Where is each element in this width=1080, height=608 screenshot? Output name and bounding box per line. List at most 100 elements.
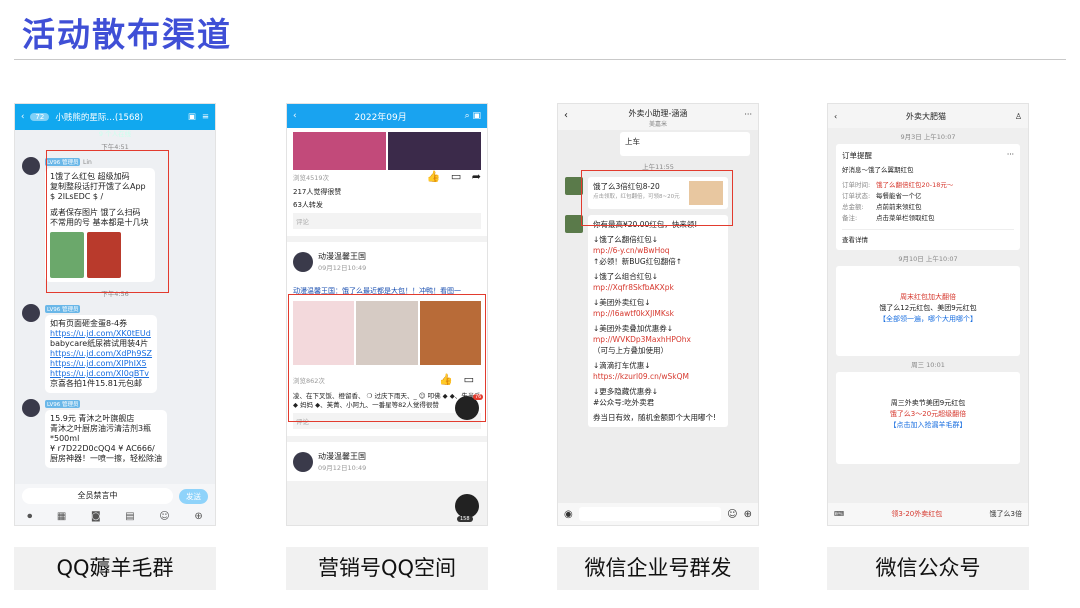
msg-line: 厨房神器！一喷一擦，轻松除油 <box>50 454 162 463</box>
promo-link[interactable]: mp://6-y.cn/wBwHoq <box>593 245 723 256</box>
chat-message: 你有最高¥20.00红包，快来领! ↓饿了么翻倍红包↓ mp://6-y.cn/… <box>558 212 758 430</box>
author-name: 动漫温馨王国 <box>318 252 366 261</box>
highlight-box <box>581 170 733 226</box>
promo-message[interactable]: 周三外卖节美团9元红包 饿了么3～20元超级翻倍 【点击加入抢漏羊毛群】 <box>836 372 1020 464</box>
mic-icon[interactable]: ⏺ <box>27 511 32 522</box>
message-bubble[interactable]: 你有最高¥20.00红包，快来领! ↓饿了么翻倍红包↓ mp://6-y.cn/… <box>588 215 728 427</box>
timestamp: 周三 10:01 <box>911 361 945 369</box>
level-badge: LV96 管理员 <box>45 305 81 313</box>
msg-line: ¥ r7D22D0cQQ4 ¥ AC666/ <box>50 444 155 453</box>
order-notice-card[interactable]: 订单提醒 ··· 好消息～饿了么翼期红包 订单时间: 饿了么翻倍红包20-18元～ … <box>836 144 1020 250</box>
plus-icon[interactable]: ⊕ <box>744 509 752 520</box>
jd-link[interactable]: https://u.jd.com/XI0qBTv <box>50 369 152 379</box>
camera-icon[interactable]: ◙ <box>91 511 101 522</box>
more-icon[interactable]: ··· <box>1007 150 1014 161</box>
wechat-enterprise-screenshot: ‹ 外卖小助理-涵涵 美嘉米 ··· 上车 上午11:55 饿了么3倍红包8-2… <box>557 103 759 526</box>
calendar-icon[interactable]: ▣ <box>188 112 196 122</box>
jd-link[interactable]: https://u.jd.com/XK0tEUd <box>50 329 152 339</box>
promo-link[interactable]: 【点击加入抢漏羊毛群】 <box>842 420 1014 431</box>
msg-line: ↓饿了么翻倍红包↓ <box>593 235 659 244</box>
chat-message: LV96 管理员 15.9元 青沐之叶旗舰店 青沐之叶厨房油污清洁剂3瓶 *50… <box>15 396 215 471</box>
message-input[interactable] <box>578 507 722 521</box>
msg-line: ↓饿了么组合红包↓ <box>593 272 659 281</box>
highlight-box <box>46 150 169 293</box>
promo-link[interactable]: mp://WVKDp3MaxhHPOhx <box>593 334 723 345</box>
avatar[interactable] <box>22 399 40 417</box>
caption-qq-group: QQ薅羊毛群 <box>14 547 216 590</box>
chat-toolbar: ⏺ ▦ ◙ ▤ ☺ ⊕ <box>15 508 215 525</box>
title-divider <box>14 59 1066 60</box>
notice-subtitle: 好消息～饿了么翼期红包 <box>842 166 914 174</box>
promo-link[interactable]: 【全部领一遍，哪个大用哪个】 <box>842 314 1014 325</box>
mute-notice: 全员禁言中 <box>22 488 173 504</box>
profile-icon[interactable]: ♙ <box>1015 112 1022 121</box>
avatar[interactable] <box>22 157 40 175</box>
share-icon[interactable]: ➦ <box>472 170 481 183</box>
voice-icon[interactable]: ◉ <box>564 509 573 520</box>
notification-badge: 76 <box>473 394 484 400</box>
msg-line: 饿了么3～20元超级翻倍 <box>889 410 967 418</box>
avatar[interactable] <box>22 304 40 322</box>
send-button[interactable]: 发送 <box>179 488 208 504</box>
timestamp: 9月3日 上午10:07 <box>900 133 956 141</box>
back-icon[interactable]: ‹ <box>834 112 837 121</box>
promo-message[interactable]: 周末红包加大翻倍 饿了么12元红包、美团9元红包 【全部领一遍，哪个大用哪个】 <box>836 266 1020 356</box>
post-date: 09月12日10:49 <box>318 264 367 272</box>
msg-line: ↓美团外卖红包↓ <box>593 298 651 307</box>
comment-input[interactable]: 评论 <box>293 213 481 229</box>
msg-line: ↑必领！新BUG红包翻倍↑ <box>593 257 683 266</box>
message-bubble[interactable]: 如有页面砸金蛋8-4券 https://u.jd.com/XK0tEUd bab… <box>45 315 158 393</box>
account-name: 外卖大肥猫 <box>906 111 947 121</box>
msg-line: *500ml <box>50 434 80 443</box>
calendar-icon[interactable]: ▣ <box>472 111 481 121</box>
menu-item[interactable]: 饿了么3倍 <box>990 509 1022 519</box>
plus-icon[interactable]: ⊕ <box>194 511 202 522</box>
msg-line: 饿了么12元红包、美团9元红包 <box>879 304 977 312</box>
notice-row: 订单状态: 每餐能省一个亿 <box>842 192 922 200</box>
back-icon[interactable]: ‹ <box>564 110 568 121</box>
keyboard-icon[interactable]: ⌨ <box>834 510 844 518</box>
menu-icon[interactable]: ≡ <box>202 112 209 122</box>
post-card: 动漫温馨王国 09月12日10:49 <box>287 442 487 481</box>
view-details-link[interactable]: 查看详情 <box>842 229 1014 244</box>
search-icon[interactable]: ⌕ <box>465 111 470 121</box>
post-author[interactable]: 动漫温馨王国 09月12日10:49 <box>293 451 481 472</box>
month-title: 2022年09月 <box>354 112 407 123</box>
input-bar: ◉ ☺ ⊕ <box>558 503 758 525</box>
jd-link[interactable]: https://u.jd.com/XIPhIX5 <box>50 359 152 369</box>
chat-subtitle: 美嘉米 <box>648 121 667 128</box>
promo-link[interactable]: https://kzurl09.cn/wSkQM <box>593 371 723 382</box>
emoji-icon[interactable]: ☺ <box>727 509 737 520</box>
message-bubble[interactable]: 15.9元 青沐之叶旗舰店 青沐之叶厨房油污清洁剂3瓶 *500ml ¥ r7D… <box>45 410 167 468</box>
msg-line: ↓滴滴打车优惠↓ <box>593 361 651 370</box>
floating-button[interactable] <box>455 494 479 518</box>
more-icon[interactable]: ··· <box>744 110 752 119</box>
msg-line: babycare纸尿裤试用装4片 <box>50 339 149 348</box>
post-author[interactable]: 动漫温馨王国 09月12日10:49 <box>293 251 481 272</box>
back-icon[interactable]: ‹ <box>293 111 297 121</box>
wechat-official-account-screenshot: ‹ 外卖大肥猫 ♙ 9月3日 上午10:07 订单提醒 ··· 好消息～饿了么翼期… <box>827 103 1029 526</box>
image-icon[interactable]: ▦ <box>57 511 66 522</box>
menu-item[interactable]: 领3-20外卖红包 <box>891 509 942 519</box>
online-count: 9 个人在线 <box>98 130 132 138</box>
promo-link[interactable]: mp://l6awtf0kXJlMKsk <box>593 308 723 319</box>
gift-icon[interactable]: ▤ <box>125 511 134 522</box>
notification-badge: 158 <box>457 516 473 522</box>
view-count: 浏览4519次 <box>293 173 330 182</box>
msg-line: 上车 <box>625 137 640 146</box>
menu-bar: ⌨ 领3-20外卖红包 饿了么3倍 <box>828 503 1028 525</box>
promo-link[interactable]: mp://Xqfr8SkfbAKXpk <box>593 282 723 293</box>
message-bubble[interactable]: 上车 <box>620 132 750 156</box>
post-images[interactable] <box>293 132 481 170</box>
back-icon[interactable]: ‹ <box>21 112 24 122</box>
post-date: 09月12日10:49 <box>318 464 367 472</box>
like-icon[interactable]: 👍 <box>427 170 441 183</box>
emoji-icon[interactable]: ☺ <box>159 511 169 522</box>
msg-line: 京喜各拍1件15.81元包邮 <box>50 379 142 388</box>
group-name: 小贱熊的星际…(1568) <box>55 113 144 123</box>
caption-qq-zone: 营销号QQ空间 <box>286 547 488 590</box>
comment-icon[interactable]: ▭ <box>451 170 461 183</box>
qzone-header: ‹ 2022年09月 ⌕ ▣ <box>287 104 487 128</box>
page-title: 活动散布渠道 <box>22 15 232 54</box>
jd-link[interactable]: https://u.jd.com/XdPh9SZ <box>50 349 152 359</box>
